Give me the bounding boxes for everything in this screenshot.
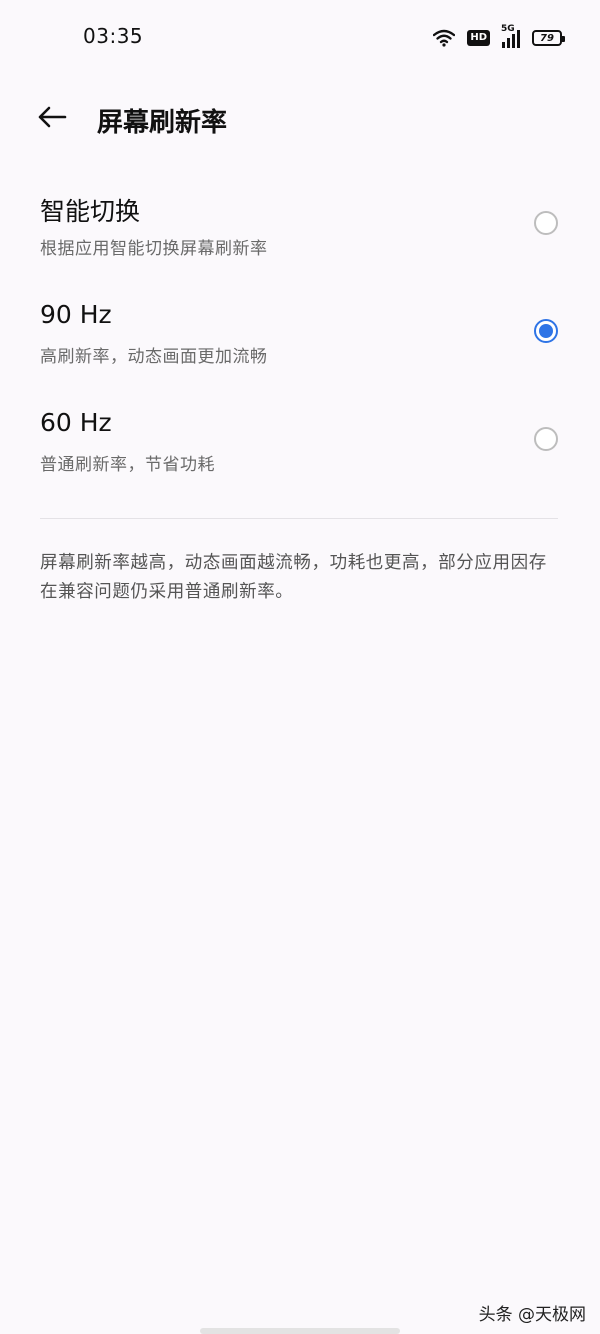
signal-icon: 5G [501,24,520,48]
signal-label: 5G [501,24,515,34]
status-icons: HD 5G 79 [433,24,565,52]
status-time: 03:35 [83,24,144,48]
watermark: 头条 @天极网 [478,1305,586,1325]
radio-60hz[interactable] [534,427,558,451]
radio-selected-dot [539,324,553,338]
option-subtitle: 高刷新率，动态画面更加流畅 [40,347,268,367]
radio-smart-switch[interactable] [534,211,558,235]
option-title: 60 Hz [40,408,112,437]
radio-90hz[interactable] [534,319,558,343]
refresh-rate-options: 智能切换 根据应用智能切换屏幕刷新率 90 Hz 高刷新率，动态画面更加流畅 6… [0,180,600,504]
home-indicator[interactable] [200,1328,400,1334]
option-subtitle: 根据应用智能切换屏幕刷新率 [40,239,268,259]
status-bar: 03:35 HD 5G 79 [0,0,600,76]
back-button[interactable] [30,101,74,137]
option-60hz[interactable]: 60 Hz 普通刷新率，节省功耗 [0,396,600,504]
hd-icon: HD [467,30,490,46]
option-subtitle: 普通刷新率，节省功耗 [40,455,215,475]
wifi-icon [433,29,456,47]
header: 屏幕刷新率 [0,90,600,148]
option-90hz[interactable]: 90 Hz 高刷新率，动态画面更加流畅 [0,288,600,396]
battery-level: 79 [540,32,554,44]
refresh-rate-note: 屏幕刷新率越高，动态画面越流畅，功耗也更高，部分应用因存在兼容问题仍采用普通刷新… [40,553,547,602]
option-title: 智能切换 [40,197,141,226]
battery-icon: 79 [532,30,565,46]
page-title: 屏幕刷新率 [97,108,228,138]
option-title: 90 Hz [40,300,112,329]
option-smart-switch[interactable]: 智能切换 根据应用智能切换屏幕刷新率 [0,180,600,288]
arrow-left-icon [37,106,67,132]
divider [40,518,558,519]
